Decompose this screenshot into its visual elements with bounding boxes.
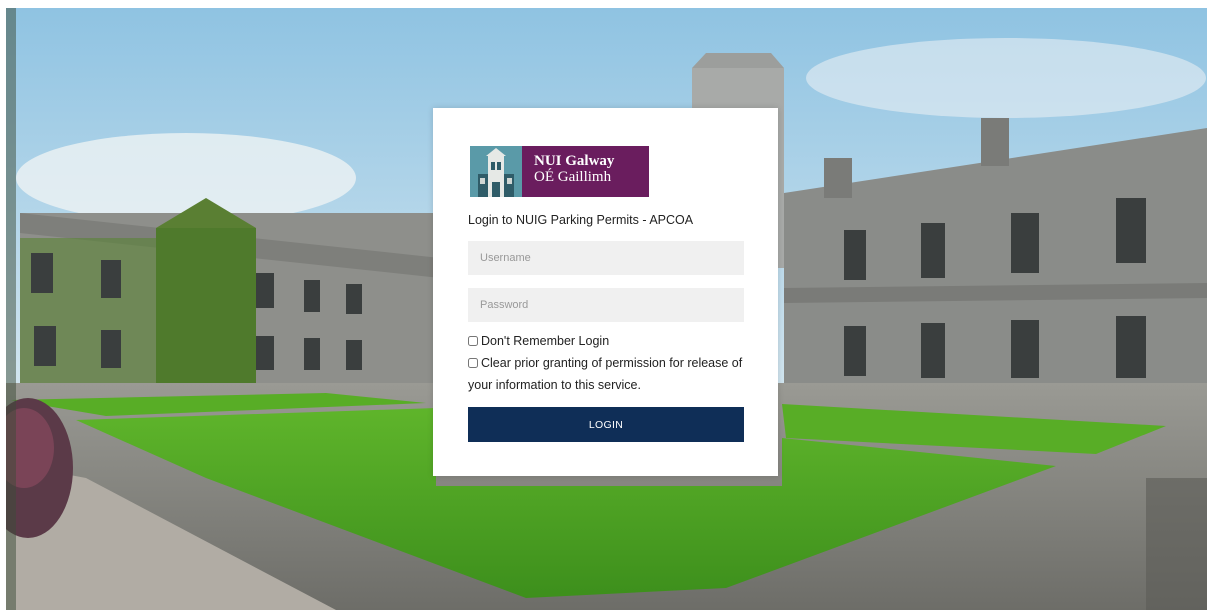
dont-remember-login-checkbox[interactable] (468, 336, 478, 346)
logo-line-english: NUI Galway (534, 153, 615, 169)
password-input[interactable] (468, 288, 744, 322)
dont-remember-login-option[interactable]: Don't Remember Login (468, 330, 758, 352)
nui-galway-logo: NUI Galway OÉ Gaillimh (470, 146, 649, 197)
logo-line-irish: OÉ Gaillimh (534, 169, 612, 185)
logo-wordmark: NUI Galway OÉ Gaillimh (522, 146, 649, 197)
login-button[interactable]: LOGIN (468, 407, 744, 442)
login-subtitle: Login to NUIG Parking Permits - APCOA (468, 213, 694, 227)
clear-permission-checkbox[interactable] (468, 358, 478, 368)
quadrangle-tower-icon (470, 146, 522, 197)
login-card: NUI Galway OÉ Gaillimh Login to NUIG Par… (433, 108, 778, 476)
clear-permission-option[interactable]: Clear prior granting of permission for r… (468, 352, 758, 396)
dont-remember-login-label: Don't Remember Login (481, 334, 610, 348)
clear-permission-label: Clear prior granting of permission for r… (468, 356, 743, 392)
username-input[interactable] (468, 241, 744, 275)
